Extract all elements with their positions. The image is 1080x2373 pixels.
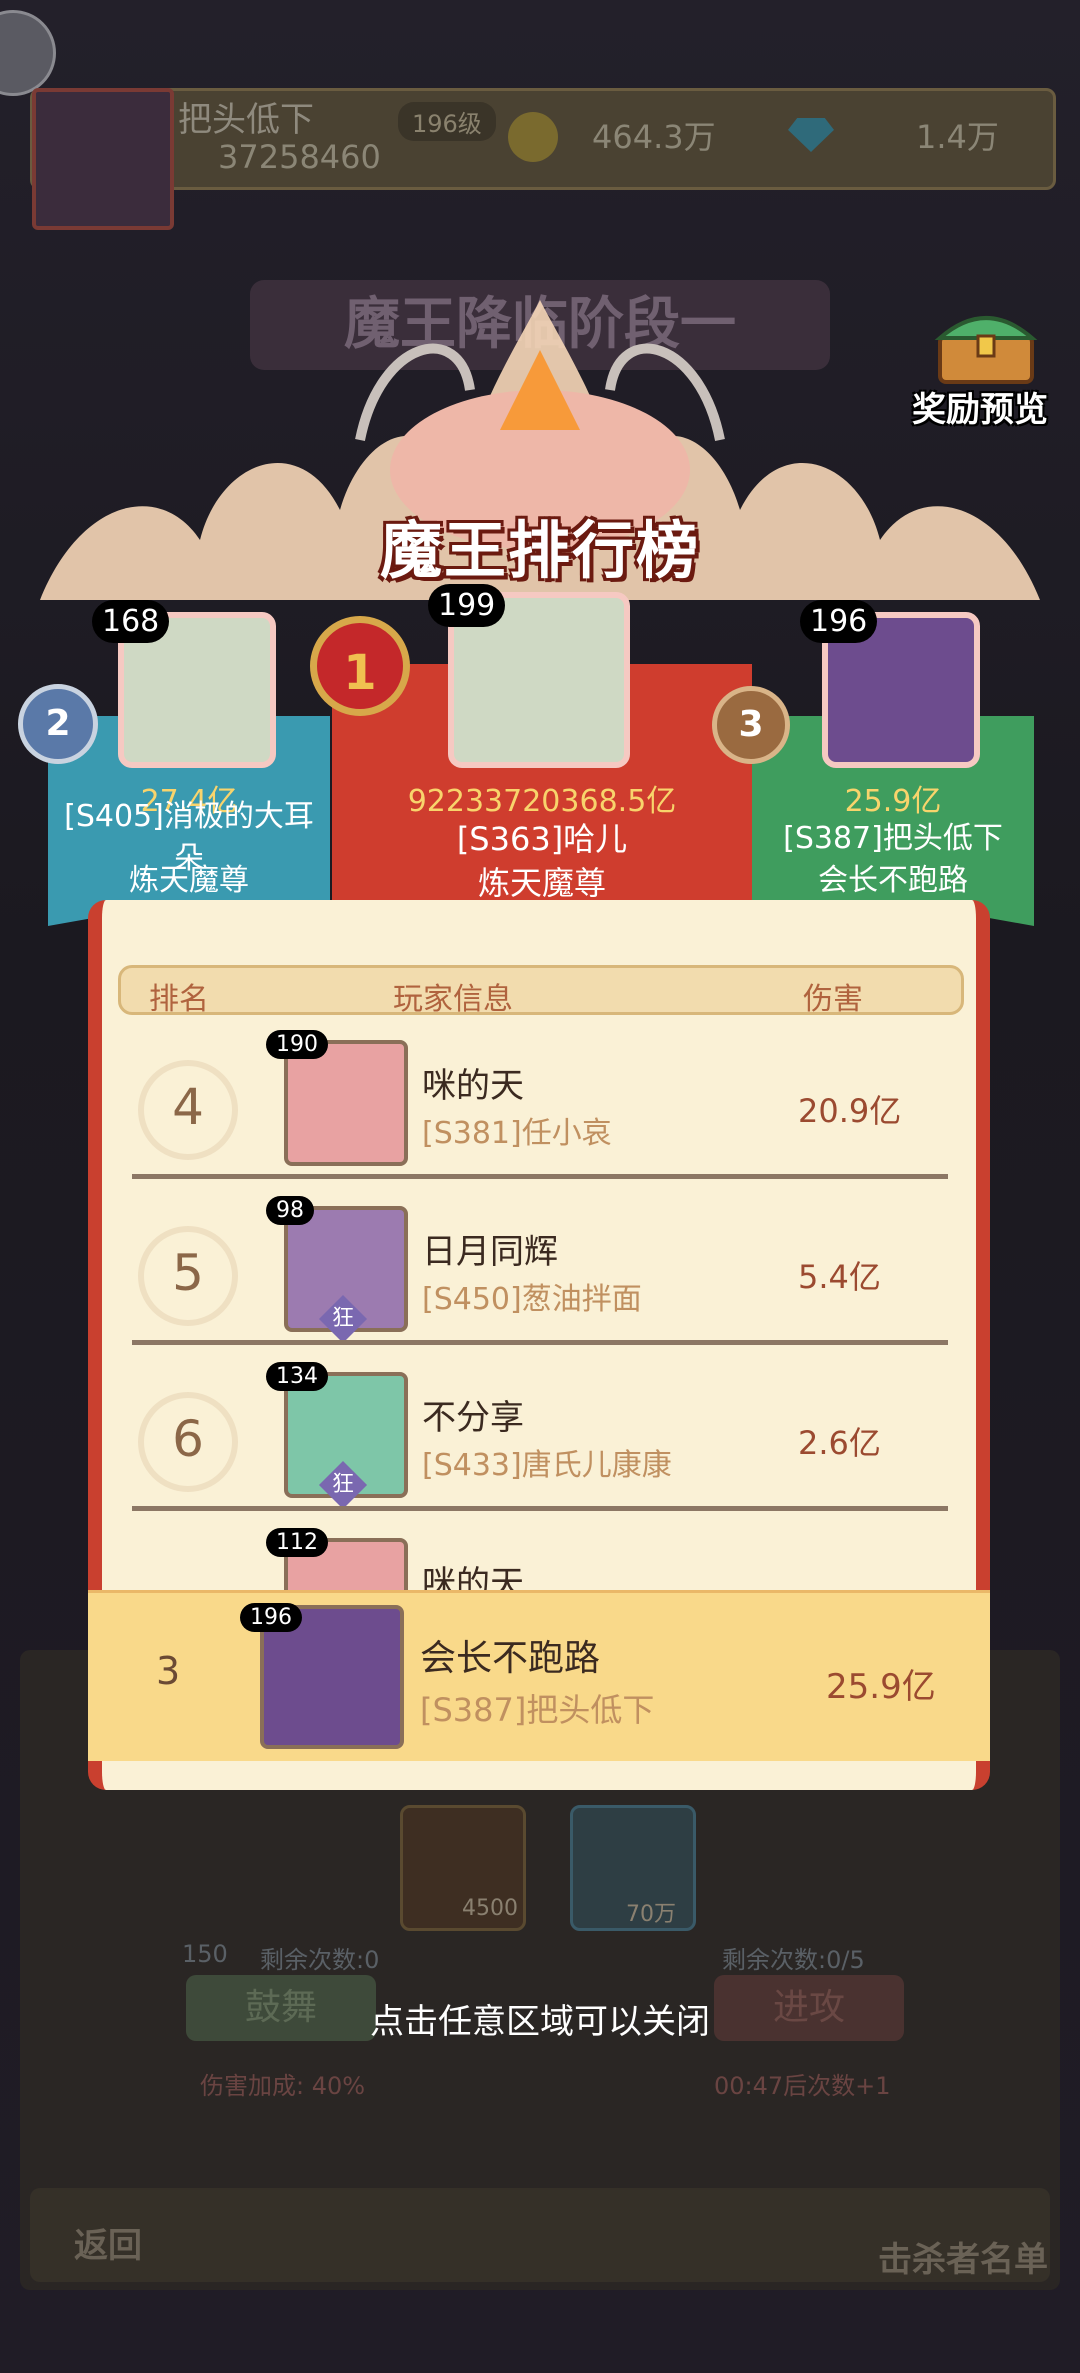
player-avatar[interactable] [32, 88, 174, 230]
row-damage: 5.4亿 [798, 1258, 881, 1296]
my-rank: 3 [156, 1649, 181, 1693]
row-rank: 4 [172, 1078, 204, 1136]
first-place-title: 炼天魔尊 [477, 864, 606, 902]
my-level: 196 [240, 1603, 302, 1632]
first-place-damage: 92233720368.5亿 [407, 784, 677, 819]
coin-value: 464.3万 [592, 118, 716, 156]
row-player-name: 咪的天 [422, 1066, 524, 1106]
header-rank: 排名 [149, 982, 209, 1017]
gem-value: 1.4万 [916, 118, 999, 156]
return-button[interactable]: 返回 [74, 2218, 142, 2267]
row-guild: [S381]任小哀 [422, 1116, 612, 1151]
row-level: 112 [266, 1528, 328, 1557]
row-player-name: 不分享 [422, 1398, 524, 1438]
third-place-damage: 25.9亿 [844, 784, 942, 819]
first-place-level: 199 [428, 584, 506, 627]
killers-list-button[interactable]: 击杀者名单 [878, 2232, 1048, 2281]
my-ranking-row[interactable]: 3 196 会长不跑路 [S387]把头低下 25.9亿 [88, 1590, 990, 1761]
attempt-timer: 00:47后次数+1 [714, 2072, 891, 2100]
row-damage: 2.6亿 [798, 1424, 881, 1462]
damage-bonus: 伤害加成: 40% [200, 2072, 366, 2100]
third-place-level: 196 [800, 600, 878, 643]
boost-gem-cost: 150 [182, 1940, 228, 1968]
leaderboard-title: 魔王排行榜 [379, 514, 700, 587]
rank-1-medal: 1 [310, 616, 410, 716]
header-player-info: 玩家信息 [393, 982, 513, 1017]
player-level: 196级 [398, 102, 496, 141]
first-place-name: [S363]哈儿 [456, 820, 628, 858]
row-level: 98 [266, 1196, 314, 1225]
table-row[interactable]: 5 98 狂 日月同辉 [S450]葱油拌面 5.4亿 [118, 1196, 964, 1356]
my-damage: 25.9亿 [826, 1667, 936, 1707]
close-hint[interactable]: 点击任意区域可以关闭 [0, 1994, 1080, 2043]
row-player-name: 日月同辉 [422, 1232, 558, 1272]
row-rank: 6 [172, 1410, 204, 1468]
row-damage: 20.9亿 [798, 1092, 902, 1130]
item-1-quantity: 4500 [462, 1896, 518, 1921]
rank-3-medal: 3 [712, 686, 790, 764]
row-player-name: 咪的天 [422, 1564, 524, 1590]
header-damage: 伤害 [803, 982, 863, 1017]
table-row-partial[interactable]: 112 咪的天 [118, 1528, 964, 1590]
player-name: 把头低下 [178, 100, 314, 140]
player-score: 37258460 [218, 138, 381, 176]
item-2-quantity: 70万 [626, 1902, 676, 1927]
remaining-right: 剩余次数:0/5 [722, 1946, 865, 1974]
second-place-title: 炼天魔尊 [129, 863, 249, 898]
row-divider [132, 1340, 948, 1345]
row-divider [132, 1506, 948, 1511]
second-place-level: 168 [92, 600, 170, 643]
row-divider [132, 1174, 948, 1179]
third-place-title: 会长不跑路 [818, 863, 968, 898]
my-guild: [S387]把头低下 [420, 1691, 655, 1729]
rank-2-medal: 2 [18, 684, 98, 764]
third-place-name: [S387]把头低下 [783, 821, 1003, 856]
remaining-left: 剩余次数:0 [260, 1946, 380, 1974]
row-guild: [S450]葱油拌面 [422, 1282, 642, 1317]
coin-icon [508, 112, 558, 162]
table-row[interactable]: 4 190 咪的天 [S381]任小哀 20.9亿 [118, 1030, 964, 1190]
row-guild: [S433]唐氏儿康康 [422, 1448, 672, 1483]
row-level: 134 [266, 1362, 328, 1391]
my-player-name: 会长不跑路 [420, 1638, 601, 1679]
row-level: 190 [266, 1030, 328, 1059]
table-row[interactable]: 6 134 狂 不分享 [S433]唐氏儿康康 2.6亿 [118, 1362, 964, 1522]
row-rank: 5 [172, 1244, 204, 1302]
table-header: 排名 玩家信息 伤害 [118, 965, 964, 1017]
